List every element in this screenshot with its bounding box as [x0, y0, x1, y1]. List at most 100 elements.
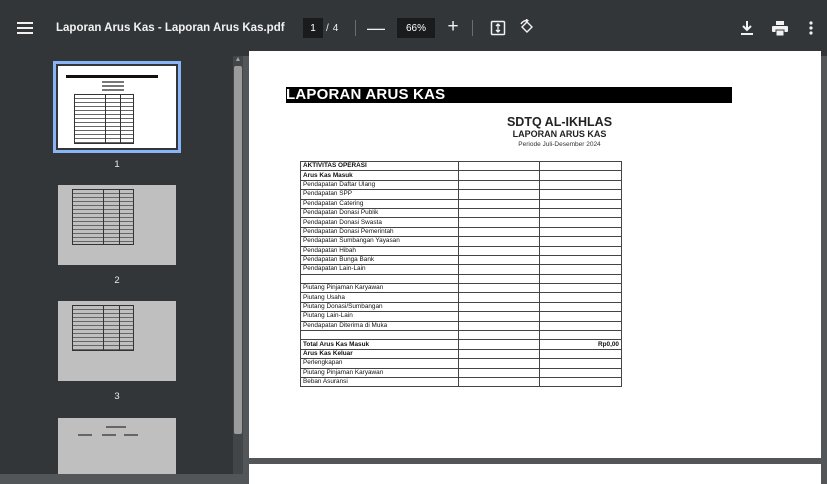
- thumbnail-column-line: [103, 190, 104, 244]
- thumbnail-line: [78, 434, 92, 436]
- document-title: Laporan Arus Kas - Laporan Arus Kas.pdf: [56, 22, 285, 34]
- row-value: [539, 301, 622, 313]
- row-cell: [457, 160, 541, 172]
- table-row: Pendapatan Donasi Swasta: [300, 217, 622, 228]
- row-cell: [457, 301, 541, 313]
- row-label: Pendapatan Hibah: [300, 245, 459, 256]
- row-value: [539, 189, 622, 200]
- row-value: [539, 320, 622, 332]
- thumbnail-column-line: [105, 95, 106, 143]
- page-thumbnail-4[interactable]: [58, 418, 176, 474]
- row-label: Pendapatan Diterima di Muka: [300, 320, 459, 332]
- row-value: [539, 311, 622, 322]
- row-cell: [457, 367, 541, 379]
- row-label: Piutang Donasi/Sumbangan: [300, 301, 459, 313]
- row-label: Pendapatan SPP: [300, 189, 459, 200]
- row-cell: [457, 236, 541, 247]
- report-period-text: Periode Juli-Desember 2024: [518, 141, 601, 148]
- row-value: [539, 207, 622, 219]
- school-name-text: SDTQ AL-IKHLAS: [506, 115, 613, 129]
- row-label: Pendapatan Lain-Lain: [300, 264, 459, 275]
- table-row: Beban Asuransi: [300, 376, 622, 388]
- thumbnail-line: [102, 434, 116, 436]
- row-label: Pendapatan Catering: [300, 198, 459, 209]
- row-cell: [457, 189, 541, 200]
- print-icon[interactable]: [769, 17, 791, 39]
- row-value: [539, 358, 622, 369]
- row-value: [539, 226, 622, 238]
- row-cell: [457, 264, 541, 275]
- row-cell: [457, 339, 541, 350]
- report-subtitle: LAPORAN ARUS KAS: [249, 129, 821, 139]
- report-subtitle-text: LAPORAN ARUS KAS: [512, 129, 607, 139]
- more-options-icon[interactable]: [803, 17, 819, 39]
- table-row: Pendapatan Hibah: [300, 245, 622, 256]
- rotate-icon[interactable]: [516, 17, 538, 39]
- thumbnail-line: [102, 85, 124, 87]
- zoom-in-button[interactable]: +: [443, 16, 463, 38]
- pdf-toolbar: Laporan Arus Kas - Laporan Arus Kas.pdf …: [0, 0, 827, 56]
- table-row: Piutang Usaha: [300, 292, 622, 303]
- row-label: Pendapatan Daftar Ulang: [300, 179, 459, 191]
- row-value: [539, 170, 622, 181]
- thumbnail-label: 1: [114, 159, 120, 170]
- row-cell: [457, 320, 541, 332]
- scrollbar-thumb[interactable]: [234, 66, 242, 434]
- zoom-level-input[interactable]: 66%: [397, 18, 435, 38]
- row-cell: [457, 376, 541, 388]
- page-thumbnail-3[interactable]: [58, 301, 176, 381]
- thumbnail-table: [72, 189, 134, 245]
- row-label: Pendapatan Donasi Pemerintah: [300, 226, 459, 238]
- row-label: Pendapatan Donasi Swasta: [300, 217, 459, 228]
- row-value: Rp0,00: [539, 339, 622, 350]
- row-value: [539, 283, 622, 294]
- row-label: [300, 330, 459, 341]
- row-label: Arus Kas Keluar: [300, 348, 459, 360]
- zoom-out-button[interactable]: —: [366, 17, 386, 39]
- row-cell: [457, 311, 541, 322]
- row-cell: [457, 217, 541, 228]
- row-cell: [457, 226, 541, 238]
- row-label: Piutang Pinjaman Karyawan: [300, 367, 459, 379]
- table-row: Piutang Pinjaman Karyawan: [300, 367, 622, 379]
- table-row: [300, 330, 622, 341]
- table-row: AKTIVITAS OPERASI: [300, 160, 622, 172]
- row-cell: [457, 330, 541, 341]
- row-cell: [457, 348, 541, 360]
- row-cell: [457, 254, 541, 266]
- row-label: Perlengkapan: [300, 358, 459, 369]
- thumbnail-column-line: [120, 95, 121, 143]
- download-icon[interactable]: [737, 17, 757, 39]
- table-row: Pendapatan SPP: [300, 189, 622, 200]
- fit-to-page-icon[interactable]: [487, 17, 509, 39]
- school-name: SDTQ AL-IKHLAS: [249, 115, 821, 129]
- table-row: Arus Kas Masuk: [300, 170, 622, 181]
- table-row: Piutang Lain-Lain: [300, 311, 622, 322]
- scroll-up-arrow-icon[interactable]: ▲: [234, 56, 242, 66]
- table-row: Pendapatan Diterima di Muka: [300, 320, 622, 332]
- toolbar-divider: [355, 20, 356, 36]
- row-cell: [457, 245, 541, 256]
- pdf-page-1: LAPORAN ARUS KAS SDTQ AL-IKHLAS LAPORAN …: [249, 51, 821, 458]
- sidebar-scrollbar[interactable]: ▲: [233, 56, 243, 474]
- current-page-input[interactable]: 1: [303, 18, 323, 38]
- thumbnail-table: [74, 94, 134, 144]
- thumbnail-label: 3: [114, 391, 120, 402]
- page-thumbnail-1[interactable]: [53, 61, 181, 153]
- thumbnail-line: [102, 89, 124, 91]
- table-row: Pendapatan Catering: [300, 198, 622, 209]
- table-row: Piutang Pinjaman Karyawan: [300, 283, 622, 294]
- thumbnail-column-line: [119, 306, 120, 350]
- table-row: Arus Kas Keluar: [300, 348, 622, 360]
- row-label: Pendapatan Donasi Publik: [300, 207, 459, 219]
- pdf-page-2: [249, 464, 821, 484]
- page-thumbnail-2[interactable]: [58, 185, 176, 265]
- thumbnail-line: [102, 81, 124, 83]
- table-row: Pendapatan Donasi Pemerintah: [300, 226, 622, 238]
- menu-icon[interactable]: [14, 17, 36, 39]
- cash-flow-table: AKTIVITAS OPERASI Arus Kas Masuk Pendapata…: [300, 160, 622, 388]
- row-value: [539, 367, 622, 379]
- thumbnail-table: [72, 305, 134, 351]
- row-cell: [457, 170, 541, 181]
- row-label: Beban Asuransi: [300, 376, 459, 388]
